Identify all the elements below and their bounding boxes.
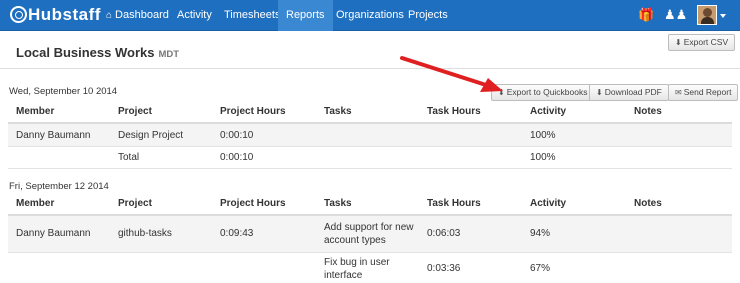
logo-gear-icon xyxy=(10,6,27,23)
column-header-task-hours: Task Hours xyxy=(427,106,481,117)
member-cell: Danny Baumann xyxy=(16,130,91,141)
download-icon: ⬇ xyxy=(675,38,682,47)
task-cell: Fix bug in user interface xyxy=(324,257,390,281)
row-divider xyxy=(8,252,732,253)
column-header-project-hours: Project Hours xyxy=(220,198,286,209)
column-header-activity: Activity xyxy=(530,106,567,117)
member-cell: Danny Baumann xyxy=(16,228,91,239)
column-header-activity: Activity xyxy=(530,198,567,209)
gift-icon[interactable]: 🎁 xyxy=(638,7,654,23)
send-report-button[interactable]: ✉ Send Report xyxy=(668,84,739,101)
project-hours-cell: 0:00:10 xyxy=(220,130,254,141)
activity-cell: 67% xyxy=(530,263,551,274)
annotation-arrow xyxy=(400,56,503,92)
column-header-notes: Notes xyxy=(634,198,662,209)
envelope-icon: ✉ xyxy=(675,88,682,97)
users-icon[interactable]: ♟♟ xyxy=(664,7,687,23)
column-header-notes: Notes xyxy=(634,106,662,117)
column-header-tasks: Tasks xyxy=(324,198,352,209)
column-header-project: Project xyxy=(118,106,152,117)
export-csv-button[interactable]: ⬇ Export CSV xyxy=(668,34,736,51)
page-title: Local Business Works MDT xyxy=(16,45,180,60)
nav-projects[interactable]: Projects xyxy=(400,0,456,31)
download-pdf-button[interactable]: ⬇ Download PDF xyxy=(589,84,669,101)
column-header-project-hours: Project Hours xyxy=(220,106,286,117)
nav-reports[interactable]: Reports xyxy=(278,0,333,31)
download-icon: ⬇ xyxy=(596,88,603,97)
column-header-tasks: Tasks xyxy=(324,106,352,117)
hubstaff-logo[interactable]: Hubstaff xyxy=(10,5,101,25)
user-avatar[interactable] xyxy=(697,5,717,25)
nav-dashboard[interactable]: ⌂ Dashboard xyxy=(98,0,177,31)
row-divider xyxy=(8,168,732,169)
project-cell: Design Project xyxy=(118,130,184,141)
day-date-header: Wed, September 10 2014 xyxy=(9,86,118,97)
top-navbar: Hubstaff ⌂ Dashboard Activity Timesheets … xyxy=(0,0,740,31)
home-icon: ⌂ xyxy=(106,10,113,21)
project-hours-cell: 0:09:43 xyxy=(220,228,254,239)
activity-cell: 100% xyxy=(530,130,556,141)
task-cell: Add support for new account types xyxy=(324,222,414,246)
column-header-member: Member xyxy=(16,198,55,209)
activity-cell: 94% xyxy=(530,228,551,239)
chevron-down-icon[interactable] xyxy=(720,14,726,18)
nav-activity[interactable]: Activity xyxy=(169,0,220,31)
total-label: Total xyxy=(118,152,140,163)
column-header-member: Member xyxy=(16,106,55,117)
table-row xyxy=(8,124,732,146)
arrow-shaft xyxy=(400,56,488,87)
row-divider xyxy=(8,146,732,147)
task-hours-cell: 0:03:36 xyxy=(427,263,461,274)
column-header-project: Project xyxy=(118,198,152,209)
project-cell: github-tasks xyxy=(118,228,172,239)
total-activity: 100% xyxy=(530,152,556,163)
header-divider xyxy=(0,68,740,69)
task-hours-cell: 0:06:03 xyxy=(427,228,461,239)
column-header-task-hours: Task Hours xyxy=(427,198,481,209)
day-date-header: Fri, September 12 2014 xyxy=(9,181,109,192)
timezone-label: MDT xyxy=(158,49,180,60)
total-project-hours: 0:00:10 xyxy=(220,152,254,163)
